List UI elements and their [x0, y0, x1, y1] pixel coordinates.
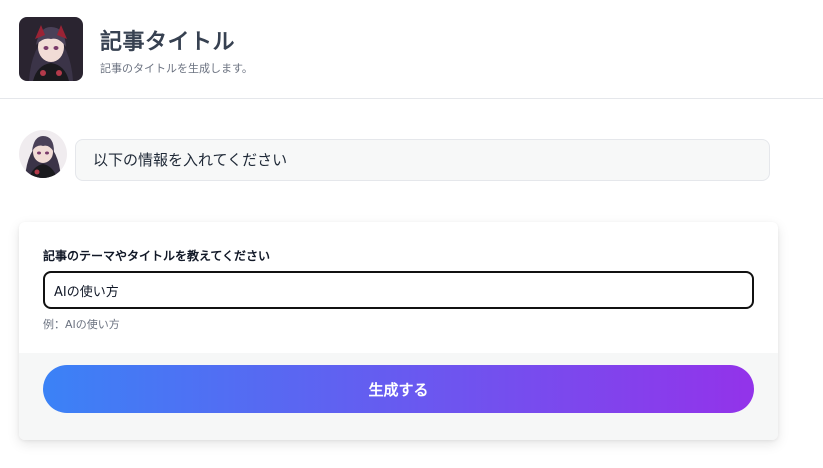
theme-field-label: 記事のテーマやタイトルを教えてください [43, 249, 271, 263]
theme-field-help: 例：AIの使い方 [43, 318, 120, 331]
bot-message: 以下の情報を入れてください [75, 139, 770, 181]
app-description: 記事のタイトルを生成します。 [100, 62, 253, 75]
anime-girl-avatar-icon [19, 130, 67, 178]
anime-girl-avatar-icon [19, 17, 83, 81]
app-title: 記事タイトル [100, 30, 236, 55]
generate-button[interactable]: 生成する [43, 365, 754, 413]
theme-input[interactable] [43, 271, 754, 309]
form-footer: 生成する [19, 353, 778, 440]
input-form: 記事のテーマやタイトルを教えてください 例：AIの使い方 生成する [19, 222, 778, 440]
app-header: 記事タイトル 記事のタイトルを生成します。 [0, 0, 823, 99]
